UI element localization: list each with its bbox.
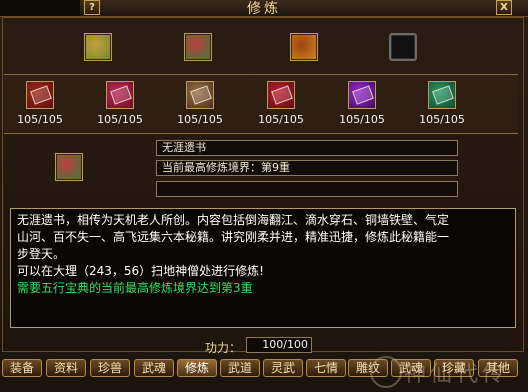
- realm-field: 当前最高修炼境界：第9重: [156, 160, 458, 176]
- tab-cultivation[interactable]: 修炼: [177, 359, 217, 377]
- book-item[interactable]: 105/105: [10, 81, 70, 126]
- empty-slot[interactable]: [389, 33, 417, 61]
- tab-wudao[interactable]: 武道: [220, 359, 260, 377]
- green-chest-icon[interactable]: [184, 33, 212, 61]
- window-title: 修炼: [247, 1, 281, 17]
- tab-collection[interactable]: 珍藏: [434, 359, 474, 377]
- book-count: 105/105: [17, 113, 63, 126]
- title-bar-dark-area: [0, 0, 80, 16]
- scroll-book-icon[interactable]: [348, 81, 376, 109]
- help-button[interactable]: ?: [84, 0, 100, 15]
- description-box: 无涯遗书，相传为天机老人所创。内容包括倒海翻江、滴水穿石、铜墙铁壁、气定 山河、…: [10, 208, 516, 328]
- scroll-book-icon[interactable]: [267, 81, 295, 109]
- book-stack-icon[interactable]: [84, 33, 112, 61]
- book-count: 105/105: [339, 113, 385, 126]
- power-value: 100/100: [246, 337, 312, 353]
- gold-chest-icon[interactable]: [290, 33, 318, 61]
- tab-carving[interactable]: 雕纹: [348, 359, 388, 377]
- book-item[interactable]: 105/105: [90, 81, 150, 126]
- book-name-field: 无涯遗书: [156, 140, 458, 156]
- scroll-book-icon[interactable]: [106, 81, 134, 109]
- power-label: 功力：: [205, 341, 242, 355]
- tab-wuhun[interactable]: 武魂: [134, 359, 174, 377]
- location-line: 可以在大理（243，56）扫地神僧处进行修炼!: [17, 264, 264, 278]
- requirement-line: 需要五行宝典的当前最高修炼境界达到第3重: [17, 281, 253, 295]
- close-button[interactable]: X: [496, 0, 512, 15]
- tab-wuhun-2[interactable]: 武魂: [391, 359, 431, 377]
- book-count: 105/105: [419, 113, 465, 126]
- tab-bar: 装备 资料 珍兽 武魂 修炼 武道 灵武 七情 雕纹 武魂 珍藏 其他: [2, 359, 526, 379]
- description-line: 步登天。: [17, 247, 66, 261]
- book-count: 105/105: [258, 113, 304, 126]
- scroll-book-icon[interactable]: [26, 81, 54, 109]
- tab-equipment[interactable]: 装备: [2, 359, 42, 377]
- description-line: 无涯遗书，相传为天机老人所创。内容包括倒海翻江、滴水穿石、铜墙铁壁、气定: [17, 213, 450, 227]
- book-item[interactable]: 105/105: [412, 81, 472, 126]
- cultivation-window: ? 修炼 X 105/105 105/105 105/105 105/105 1…: [0, 0, 528, 392]
- title-bar[interactable]: ? 修炼 X: [0, 0, 528, 17]
- book-item[interactable]: 105/105: [332, 81, 392, 126]
- tab-lingwu[interactable]: 灵武: [263, 359, 303, 377]
- book-list: 105/105 105/105 105/105 105/105 105/105 …: [4, 74, 518, 134]
- book-item[interactable]: 105/105: [170, 81, 230, 126]
- extra-field: [156, 181, 458, 197]
- description-line: 山河、百不失一、高飞远集六本秘籍。讲究刚柔并进，精准迅捷，修炼此秘籍能一: [17, 230, 450, 244]
- book-count: 105/105: [97, 113, 143, 126]
- tab-profile[interactable]: 资料: [46, 359, 86, 377]
- book-item[interactable]: 105/105: [251, 81, 311, 126]
- scroll-book-icon[interactable]: [428, 81, 456, 109]
- book-count: 105/105: [177, 113, 223, 126]
- tab-qiqing[interactable]: 七情: [306, 359, 346, 377]
- scroll-book-icon[interactable]: [186, 81, 214, 109]
- tab-other[interactable]: 其他: [478, 359, 518, 377]
- tab-pets[interactable]: 珍兽: [90, 359, 130, 377]
- green-chest-icon[interactable]: [55, 153, 83, 181]
